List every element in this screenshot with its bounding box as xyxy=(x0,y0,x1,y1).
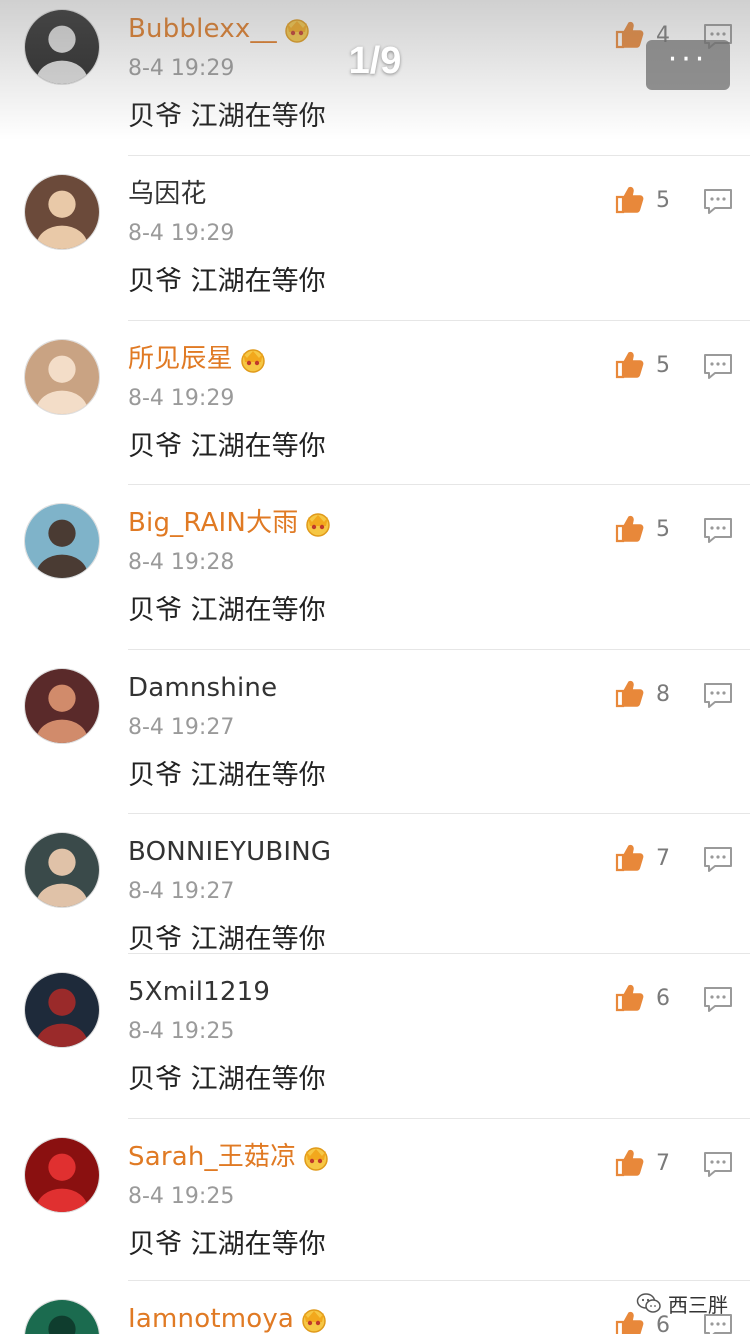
thumbs-up-icon xyxy=(614,841,646,877)
comment-bubble-icon xyxy=(702,1152,734,1184)
reply-button[interactable] xyxy=(702,187,734,217)
thumbs-up-icon xyxy=(614,348,646,384)
comment-time: 8-4 19:27 xyxy=(128,715,235,740)
reply-button[interactable] xyxy=(702,516,734,546)
username[interactable]: 所见辰星 xyxy=(128,342,269,376)
vip-crown-icon xyxy=(300,1145,332,1171)
comment-bubble-icon xyxy=(702,847,734,879)
reply-button[interactable] xyxy=(702,352,734,382)
comment-text: 贝爷 江湖在等你 xyxy=(128,266,326,297)
username[interactable]: 5Xmil1219 xyxy=(128,975,270,1009)
username-text: Sarah_王菇凉 xyxy=(128,1142,297,1172)
username[interactable]: Big_RAIN大雨 xyxy=(128,506,334,540)
like-button[interactable]: 5 xyxy=(614,348,686,384)
username-text: Big_RAIN大雨 xyxy=(128,508,299,538)
like-count: 7 xyxy=(656,846,670,871)
avatar[interactable] xyxy=(24,1299,100,1334)
thumbs-up-icon xyxy=(614,183,646,219)
comment-time: 8-4 19:27 xyxy=(128,879,235,904)
comment-bubble-icon xyxy=(702,354,734,386)
username[interactable]: 乌因花 xyxy=(128,177,207,211)
vip-crown-icon xyxy=(298,1307,330,1333)
avatar[interactable] xyxy=(24,339,100,415)
avatar[interactable] xyxy=(24,174,100,250)
username-text: 乌因花 xyxy=(128,179,207,209)
comment-bubble-icon xyxy=(702,518,734,550)
thumbs-up-icon xyxy=(614,677,646,713)
comment-bubble-icon xyxy=(702,1314,734,1334)
comment-time: 8-4 19:29 xyxy=(128,221,235,246)
divider xyxy=(128,1118,750,1119)
like-count: 5 xyxy=(656,517,670,542)
more-options-button[interactable]: ··· xyxy=(646,40,730,90)
like-count: 5 xyxy=(656,188,670,213)
avatar[interactable] xyxy=(24,9,100,85)
vip-crown-icon xyxy=(302,511,334,537)
avatar[interactable] xyxy=(24,668,100,744)
like-button[interactable]: 8 xyxy=(614,677,686,713)
divider xyxy=(128,155,750,156)
divider xyxy=(128,320,750,321)
avatar[interactable] xyxy=(24,832,100,908)
divider xyxy=(128,1280,750,1281)
username[interactable]: BONNIEYUBING xyxy=(128,835,331,869)
comment-text: 贝爷 江湖在等你 xyxy=(128,431,326,462)
like-button[interactable]: 5 xyxy=(614,512,686,548)
reply-button[interactable] xyxy=(702,985,734,1015)
thumbs-up-icon xyxy=(614,981,646,1017)
comment-text: 贝爷 江湖在等你 xyxy=(128,1229,326,1260)
reply-button[interactable] xyxy=(702,1150,734,1180)
reply-button[interactable] xyxy=(702,681,734,711)
comment-text: 贝爷 江湖在等你 xyxy=(128,1064,326,1095)
like-count: 5 xyxy=(656,353,670,378)
divider xyxy=(128,484,750,485)
like-count: 7 xyxy=(656,1151,670,1176)
comment-bubble-icon xyxy=(702,683,734,715)
like-count: 8 xyxy=(656,682,670,707)
divider xyxy=(128,953,750,954)
comment-text: 贝爷 江湖在等你 xyxy=(128,101,326,132)
vip-crown-icon xyxy=(281,17,313,43)
avatar[interactable] xyxy=(24,972,100,1048)
username-text: Iamnotmoya xyxy=(128,1304,295,1334)
page-indicator: 1/9 xyxy=(348,40,402,82)
divider xyxy=(128,813,750,814)
thumbs-up-icon xyxy=(614,1146,646,1182)
comment-bubble-icon xyxy=(702,189,734,221)
username[interactable]: Damnshine xyxy=(128,671,277,705)
watermark: 西三胖 xyxy=(636,1288,728,1318)
thumbs-up-icon xyxy=(614,18,646,54)
username-text: Bubblexx__ xyxy=(128,14,277,44)
avatar[interactable] xyxy=(24,503,100,579)
more-options-label: ··· xyxy=(667,42,709,77)
username-text: 5Xmil1219 xyxy=(128,977,271,1007)
thumbs-up-icon xyxy=(614,512,646,548)
like-button[interactable]: 6 xyxy=(614,981,686,1017)
username[interactable]: Sarah_王菇凉 xyxy=(128,1140,332,1174)
username-text: BONNIEYUBING xyxy=(128,837,332,867)
username[interactable]: Bubblexx__ xyxy=(128,12,313,46)
comment-bubble-icon xyxy=(702,987,734,1019)
username[interactable]: Iamnotmoya xyxy=(128,1302,330,1334)
like-count: 6 xyxy=(656,986,670,1011)
comment-text: 贝爷 江湖在等你 xyxy=(128,595,326,626)
username-text: 所见辰星 xyxy=(128,344,233,374)
vip-crown-icon xyxy=(237,347,269,373)
comment-time: 8-4 19:25 xyxy=(128,1184,235,1209)
divider xyxy=(128,649,750,650)
comment-time: 8-4 19:25 xyxy=(128,1019,235,1044)
watermark-text: 西三胖 xyxy=(668,1292,728,1317)
comment-time: 8-4 19:29 xyxy=(128,386,235,411)
avatar[interactable] xyxy=(24,1137,100,1213)
comment-text: 贝爷 江湖在等你 xyxy=(128,760,326,791)
like-button[interactable]: 7 xyxy=(614,841,686,877)
reply-button[interactable] xyxy=(702,845,734,875)
like-button[interactable]: 7 xyxy=(614,1146,686,1182)
wechat-icon xyxy=(636,1293,661,1313)
like-button[interactable]: 5 xyxy=(614,183,686,219)
username-text: Damnshine xyxy=(128,673,278,703)
comment-time: 8-4 19:29 xyxy=(128,56,235,81)
comment-time: 8-4 19:28 xyxy=(128,550,235,575)
